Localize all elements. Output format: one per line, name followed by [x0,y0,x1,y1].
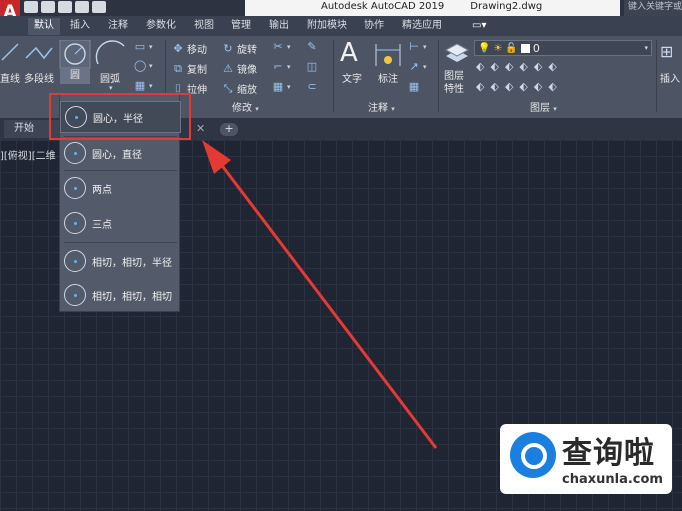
watermark-logo: 查询啦 chaxunla.com [500,424,672,494]
watermark-name: 查询啦 [562,436,655,471]
search-logo-icon [510,432,556,478]
watermark-url: chaxunla.com [562,472,663,487]
